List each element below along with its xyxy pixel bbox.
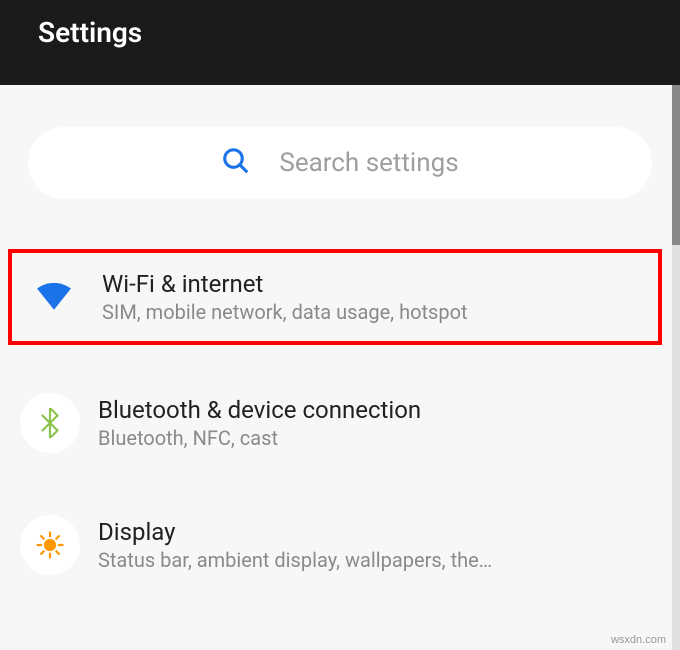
item-subtitle: SIM, mobile network, data usage, hotspot: [102, 300, 638, 324]
item-texts: Wi-Fi & internet SIM, mobile network, da…: [102, 270, 638, 324]
item-texts: Display Status bar, ambient display, wal…: [98, 518, 652, 572]
search-icon: [221, 146, 251, 180]
item-subtitle: Bluetooth, NFC, cast: [98, 426, 652, 450]
brightness-icon: [20, 515, 80, 575]
item-title: Display: [98, 518, 652, 546]
search-placeholder: Search settings: [279, 148, 458, 178]
item-texts: Bluetooth & device connection Bluetooth,…: [98, 396, 652, 450]
watermark: wsxdn.com: [611, 634, 666, 646]
settings-content: Search settings Wi-Fi & internet SIM, mo…: [0, 127, 680, 589]
scrollbar[interactable]: [672, 85, 680, 650]
bluetooth-icon: [20, 393, 80, 453]
page-title: Settings: [38, 16, 142, 49]
settings-item-bluetooth[interactable]: Bluetooth & device connection Bluetooth,…: [0, 379, 680, 467]
app-header: Settings: [0, 0, 680, 85]
settings-item-wifi[interactable]: Wi-Fi & internet SIM, mobile network, da…: [8, 249, 662, 345]
settings-item-display[interactable]: Display Status bar, ambient display, wal…: [0, 501, 680, 589]
item-subtitle: Status bar, ambient display, wallpapers,…: [98, 548, 652, 572]
item-title: Wi-Fi & internet: [102, 270, 638, 298]
item-title: Bluetooth & device connection: [98, 396, 652, 424]
wifi-icon: [24, 267, 84, 327]
scrollbar-thumb[interactable]: [672, 85, 680, 245]
search-bar[interactable]: Search settings: [28, 127, 652, 199]
